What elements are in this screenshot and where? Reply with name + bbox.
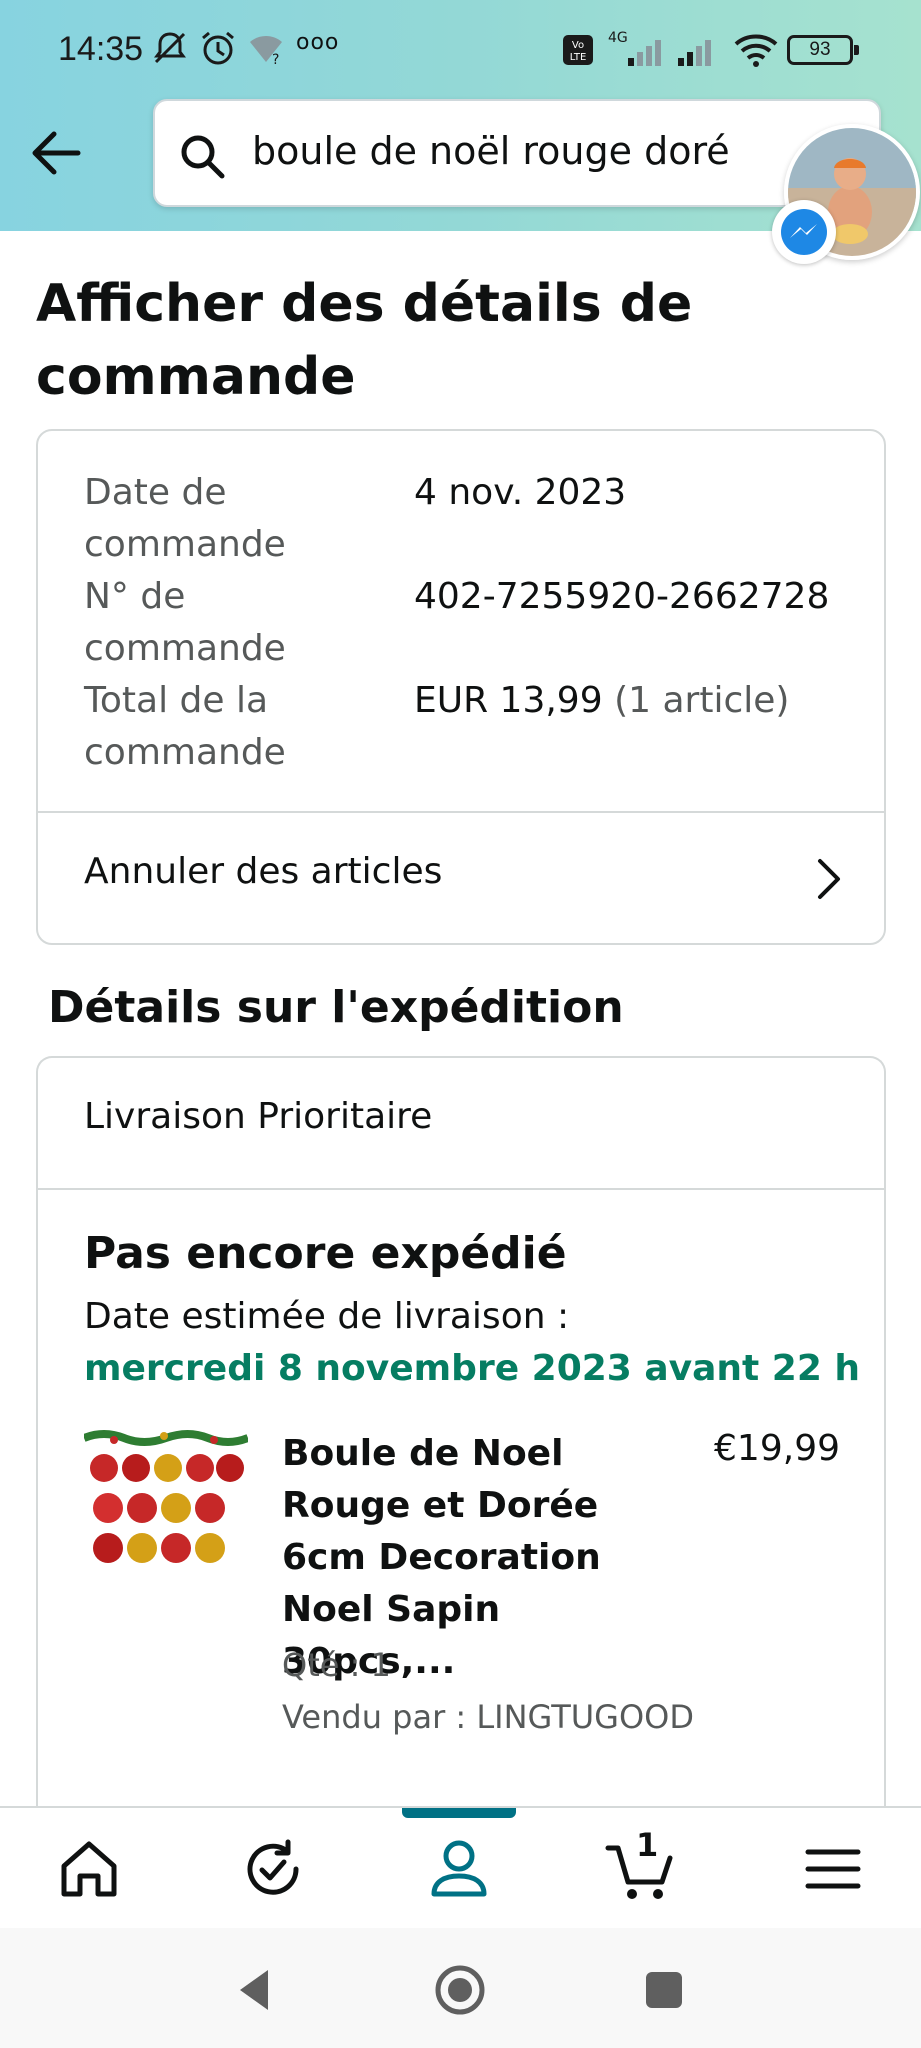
signal-1-icon [628,40,661,66]
shipping-type: Livraison Prioritaire [84,1096,433,1137]
volte-icon: Vo LTE [563,35,593,65]
shipping-section-title: Détails sur l'expédition [48,982,624,1033]
system-navigation-bar [0,1928,921,2048]
back-arrow-icon[interactable] [22,118,92,188]
delivery-estimate-date: mercredi 8 novembre 2023 avant 22 h [84,1348,861,1389]
battery-indicator: 93 [787,35,859,65]
status-time: 14:35 [58,30,144,68]
delivery-estimate-label: Date estimée de livraison : [84,1296,570,1337]
svg-text:?: ? [272,52,279,68]
order-date-value: 4 nov. 2023 [414,472,627,513]
search-icon [181,135,225,179]
cancel-items-button[interactable]: Annuler des articles [38,813,884,943]
shipment-status: Pas encore expédié [84,1228,567,1279]
product-thumbnail[interactable] [84,1428,248,1584]
alarm-icon [202,31,234,65]
cancel-items-label: Annuler des articles [84,851,443,892]
wifi-icon [734,34,778,67]
product-price: €19,99 [714,1428,840,1469]
svg-text:Vo: Vo [572,40,584,51]
status-bar: 14:35 ? ooo Vo LTE 4G 93 [0,0,921,100]
messenger-icon [781,209,827,255]
order-summary-card: Date de commande 4 nov. 2023 N° de comma… [36,429,886,945]
app-header: 14:35 ? ooo Vo LTE 4G 93 boule de noël r… [0,0,921,231]
search-query: boule de noël rouge doré [252,129,730,173]
system-back-icon[interactable] [228,1962,284,2018]
card-divider [38,1188,884,1190]
system-home-icon[interactable] [432,1962,488,2018]
wifi-question-icon: ? [250,36,282,68]
history-icon[interactable] [238,1834,308,1904]
order-number-value: 402-7255920-2662728 [414,576,830,617]
cart-count: 1 [636,1826,659,1864]
active-tab-indicator [402,1808,516,1818]
order-total-amount: EUR 13,99 [414,680,603,721]
cart-button[interactable]: 1 [604,1826,684,1904]
order-date-label: Date de commande [84,472,286,565]
page-title: Afficher des détails de commande [36,274,693,407]
home-icon[interactable] [54,1834,124,1904]
menu-icon[interactable] [798,1834,868,1904]
silent-bell-icon [154,32,186,64]
account-icon[interactable] [424,1834,494,1904]
product-quantity: Qté : 1 [282,1646,391,1684]
order-total-value: EUR 13,99 (1 article) [414,675,789,727]
bottom-navigation: 1 [0,1806,921,1928]
signal-2-icon [678,40,711,66]
order-total-count: (1 article) [602,680,790,721]
product-seller: Vendu par : LINGTUGOOD [282,1698,694,1736]
search-input[interactable]: boule de noël rouge doré [153,99,881,207]
order-number-label: N° de commande [84,576,286,669]
order-total-label: Total de la commande [84,680,286,773]
svg-text:LTE: LTE [570,52,587,63]
system-recents-icon[interactable] [636,1962,692,2018]
chevron-right-icon [818,859,840,899]
messenger-badge [772,200,836,264]
more-notifications-icon: ooo [296,30,340,55]
